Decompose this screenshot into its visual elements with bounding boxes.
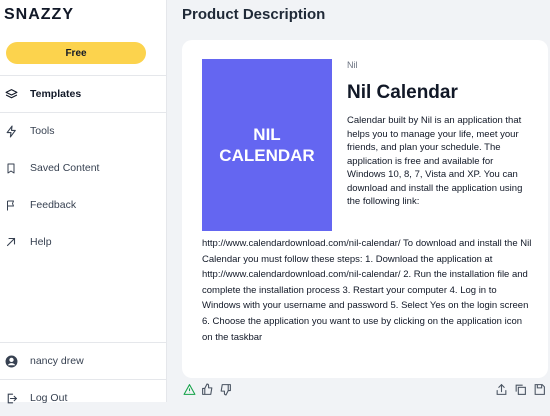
user-profile[interactable]: nancy drew [0, 343, 167, 379]
sidebar-item-label: Feedback [30, 199, 77, 211]
user-icon [4, 354, 18, 368]
feedback-actions [182, 382, 232, 396]
bookmark-icon [4, 161, 18, 175]
content-actions [494, 382, 546, 396]
copy-icon[interactable] [513, 382, 527, 396]
logout-icon [4, 391, 18, 405]
thumbs-down-icon[interactable] [218, 382, 232, 396]
sidebar: SNAZZY Free Templates Tools Saved Conten… [0, 0, 167, 404]
logout-button[interactable]: Log Out [0, 380, 167, 416]
plan-badge-button[interactable]: Free [6, 42, 146, 64]
user-name: nancy drew [30, 355, 84, 367]
logout-label: Log Out [30, 392, 68, 404]
arrow-up-right-icon [4, 235, 18, 249]
sidebar-item-saved-content[interactable]: Saved Content [0, 150, 167, 186]
flag-icon [4, 198, 18, 212]
save-icon[interactable] [532, 382, 546, 396]
main-content: Product Description NIL CALENDAR Nil Nil… [168, 0, 550, 402]
sidebar-item-label: Tools [30, 125, 55, 137]
sidebar-item-label: Help [30, 236, 52, 248]
brand-logo: SNAZZY [4, 6, 74, 23]
share-icon[interactable] [494, 382, 508, 396]
cover-text: NIL CALENDAR [219, 125, 315, 165]
sidebar-item-templates[interactable]: Templates [0, 76, 167, 112]
sidebar-item-feedback[interactable]: Feedback [0, 187, 167, 223]
product-description: Calendar built by Nil is an application … [347, 115, 523, 207]
bolt-icon [4, 124, 18, 138]
sidebar-item-tools[interactable]: Tools [0, 113, 167, 149]
sidebar-item-help[interactable]: Help [0, 224, 167, 260]
thumbs-up-icon[interactable] [200, 382, 214, 396]
product-card: NIL CALENDAR Nil Nil Calendar Calendar b… [182, 40, 548, 378]
product-title: Nil Calendar [347, 82, 458, 103]
page-title: Product Description [182, 6, 326, 23]
sidebar-item-label: Templates [30, 88, 82, 100]
layers-icon [4, 87, 18, 101]
product-author: Nil [347, 60, 358, 70]
warning-icon[interactable] [182, 382, 196, 396]
product-description-continued: http://www.calendardownload.com/nil-cale… [202, 238, 532, 343]
sidebar-item-label: Saved Content [30, 162, 100, 174]
product-cover-image: NIL CALENDAR [202, 59, 332, 231]
